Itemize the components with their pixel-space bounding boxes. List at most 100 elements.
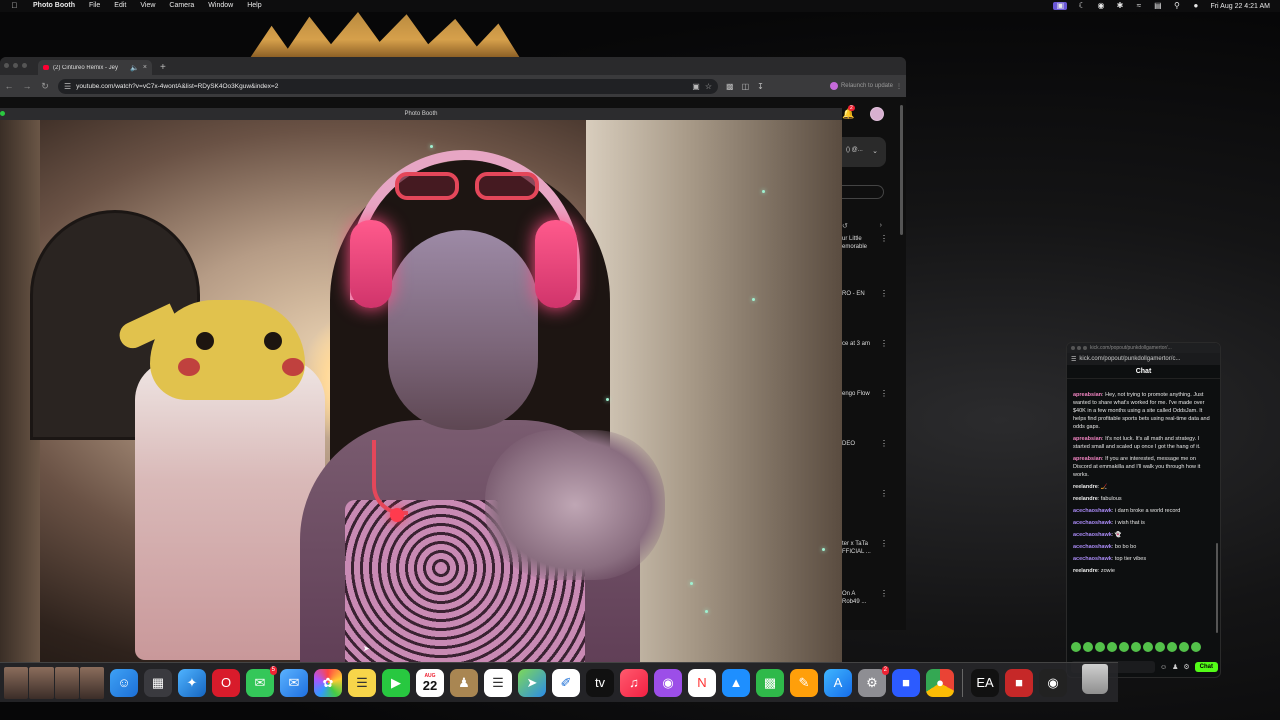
user-switch-icon[interactable]: ● [1191,2,1200,10]
emote-icon[interactable] [1167,642,1177,652]
mail-icon[interactable]: ✉ [280,668,308,697]
menu-app-name[interactable]: Photo Booth [33,2,75,10]
photos-icon[interactable]: ✿ [314,668,342,697]
playlist-item[interactable]: engo Flow ⋮ [842,390,890,398]
zoom-window-button[interactable] [22,63,27,68]
system-settings-icon[interactable]: ⚙ 2 [858,665,889,697]
more-options-icon[interactable]: ⋮ [880,390,888,398]
facetime-icon[interactable]: ▶ [382,668,410,697]
emote-icon[interactable] [1071,642,1081,652]
news-icon[interactable]: N [688,668,716,697]
more-options-icon[interactable]: ⋮ [880,540,888,548]
emote-icon[interactable] [1083,642,1093,652]
minimize-window-button[interactable] [13,63,18,68]
menu-clock[interactable]: Fri Aug 22 4:21 AM [1210,3,1270,10]
status-circle-icon[interactable]: ◉ [1096,2,1105,10]
more-options-icon[interactable]: ⋮ [880,590,888,598]
keynote-icon[interactable]: ▲ [722,668,750,697]
chat-username[interactable]: reelandre [1073,496,1098,502]
freeform-icon[interactable]: ✐ [552,668,580,697]
send-chat-button[interactable]: Chat [1194,662,1218,672]
more-options-icon[interactable]: ⋮ [880,490,888,498]
settings-gear-icon[interactable]: ⚙ [1183,663,1189,671]
emote-icon[interactable] [1131,642,1141,652]
close-window-button[interactable] [4,63,9,68]
opera-icon[interactable]: O [212,668,240,697]
apple-menu-icon[interactable]:  [10,2,19,10]
menu-file[interactable]: File [89,2,100,10]
forward-icon[interactable]: → [22,81,32,91]
more-options-icon[interactable]: ⋮ [880,235,888,243]
app-store-icon[interactable]: A [824,668,852,697]
emote-icon[interactable] [1095,642,1105,652]
bookmark-star-icon[interactable]: ☆ [705,82,712,91]
playlist-item[interactable]: DEO ⋮ [842,440,890,448]
back-icon[interactable]: ← [4,81,14,91]
chat-username[interactable]: apreabsian [1073,456,1102,462]
chat-username[interactable]: apreabsian [1073,392,1102,398]
more-options-icon[interactable]: ⋮ [880,440,888,448]
trash-icon[interactable] [1082,664,1108,694]
emote-icon[interactable] [1107,642,1117,652]
side-panel-icon[interactable]: ◫ [742,82,750,91]
podcasts-icon[interactable]: ◉ [654,668,682,697]
speaker-icon[interactable]: 🔈 [130,64,139,72]
numbers-icon[interactable]: ▩ [756,668,784,697]
wifi-icon[interactable]: ≈ [1134,2,1143,10]
chrome-icon[interactable]: ● [926,668,954,697]
chat-username[interactable]: reelandre [1073,568,1098,574]
red-app-icon[interactable]: ■ [1005,668,1033,697]
chevron-down-icon[interactable]: ⌄ [872,147,878,155]
playlist-scrollbar[interactable] [900,105,903,235]
emote-icon[interactable] [1155,642,1165,652]
chat-scrollbar[interactable] [1216,543,1218,633]
chat-username[interactable]: acechaoshawk [1073,532,1112,538]
calendar-icon[interactable]: AUG 22 [416,668,444,697]
users-icon[interactable]: ♟ [1172,663,1178,671]
extensions-icon[interactable]: ▩ [726,82,734,91]
site-info-icon[interactable]: ☰ [1071,356,1076,363]
chat-address-bar[interactable]: ☰ kick.com/popout/punkdollgamertor/c... [1067,353,1220,365]
downloads-icon[interactable]: ↧ [757,82,764,91]
chat-username[interactable]: acechaoshawk [1073,556,1112,562]
finder-icon[interactable]: ☺ [110,668,138,697]
playlist-filter-field[interactable] [842,185,884,199]
contacts-icon[interactable]: ♟ [450,668,478,697]
chat-message-list[interactable]: apreabsian: Hey, not trying to promote a… [1067,391,1220,639]
site-info-icon[interactable]: ☰ [64,82,71,91]
menu-edit[interactable]: Edit [114,2,126,10]
loop-icon[interactable]: ↺ [842,222,848,230]
relaunch-button[interactable]: Relaunch to update ⋮ [829,82,902,90]
zoom-window-button[interactable] [0,111,5,116]
window-controls[interactable] [1071,346,1087,350]
reminders-icon[interactable]: ☰ [484,668,512,697]
more-options-icon[interactable]: ⋮ [880,290,888,298]
safari-icon[interactable]: ✦ [178,668,206,697]
music-icon[interactable]: ♫ [620,668,648,697]
chat-username[interactable]: acechaoshawk [1073,520,1112,526]
activity-app-icon[interactable]: ◉ [1039,668,1067,697]
messages-icon[interactable]: ✉ 5 [246,665,277,697]
chat-username[interactable]: apreabsian [1073,436,1102,442]
tab-youtube[interactable]: (2) Cintureo Remix - Jey 🔈 × [38,60,152,75]
maps-icon[interactable]: ➤ [518,668,546,697]
reload-icon[interactable]: ↻ [40,81,50,92]
playlist-item[interactable]: RO - EN ⋮ [842,290,890,298]
notes-icon[interactable]: ☰ [348,668,376,697]
pages-icon[interactable]: ✎ [790,668,818,697]
install-app-icon[interactable]: ▣ [692,82,700,91]
menu-help[interactable]: Help [247,2,261,10]
utility-app-icon[interactable]: ■ [892,668,920,697]
emote-icon[interactable] [1191,642,1201,652]
chat-username[interactable]: reelandre [1073,484,1098,490]
emote-icon[interactable] [1143,642,1153,652]
playlist-item[interactable]: ce at 3 am ⋮ [842,340,890,348]
emote-icon[interactable] [1179,642,1189,652]
new-tab-button[interactable]: + [160,60,166,75]
bluetooth-icon[interactable]: ✱ [1115,2,1124,10]
chat-username[interactable]: acechaoshawk [1073,544,1112,550]
address-bar[interactable]: ☰ youtube.com/watch?v=vC7x-4wontA&list=R… [58,78,718,94]
more-options-icon[interactable]: ⋮ [880,340,888,348]
playlist-item[interactable]: ur Little emorable ⋮ [842,235,890,251]
menu-window[interactable]: Window [208,2,233,10]
